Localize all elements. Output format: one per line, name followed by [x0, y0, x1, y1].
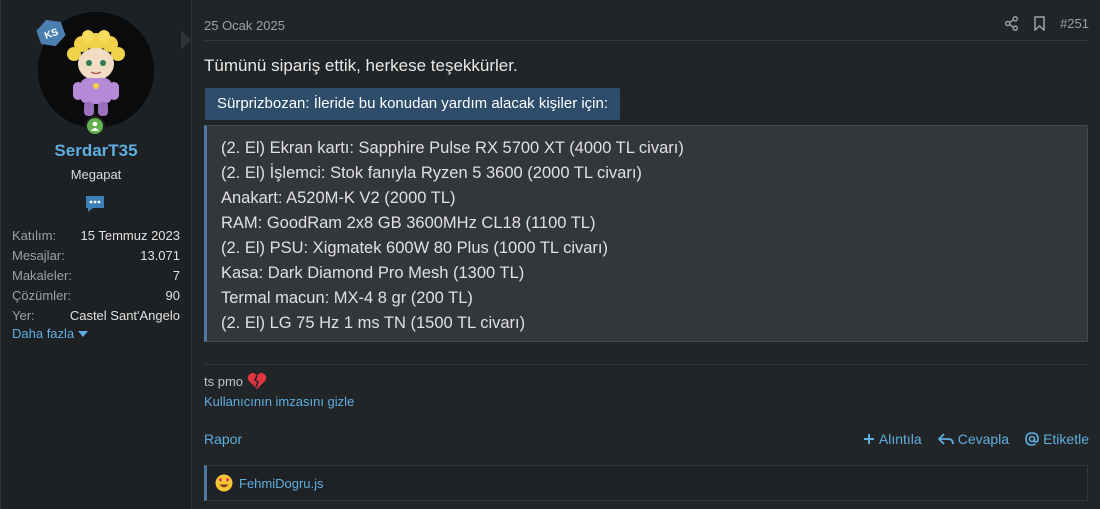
- header-divider: [204, 40, 1089, 41]
- user-stats: Katılım: 15 Temmuz 2023 Mesajlar: 13.071…: [12, 226, 180, 326]
- stat-row-joined: Katılım: 15 Temmuz 2023: [12, 228, 180, 243]
- post-footer-actions: Alıntıla Cevapla Etiketle: [863, 431, 1089, 447]
- spoiler-line: (2. El) PSU: Xigmatek 600W 80 Plus (1000…: [221, 239, 608, 257]
- signature-text: ts pmo: [204, 373, 244, 389]
- tag-label: Etiketle: [1043, 431, 1089, 447]
- message-text: Tümünü sipariş ettik, herkese teşekkürle…: [204, 56, 518, 75]
- online-status-indicator: [85, 116, 105, 136]
- signature-divider: [204, 364, 1089, 365]
- spoiler-line: Anakart: A520M-K V2 (2000 TL): [221, 189, 456, 207]
- at-icon: [1025, 432, 1039, 446]
- post-number[interactable]: #251: [1060, 16, 1089, 31]
- post-header-actions: #251: [1004, 16, 1089, 31]
- post-container: KS SerdarT35 Megapat Katılım: 15 Temmuz …: [0, 0, 1100, 509]
- spoiler-line: Kasa: Dark Diamond Pro Mesh (1300 TL): [221, 264, 525, 282]
- message-arrow: [181, 30, 191, 50]
- post-date[interactable]: 25 Ocak 2025: [204, 18, 285, 33]
- hide-signature-link[interactable]: Kullanıcının imzasını gizle: [204, 394, 354, 409]
- reaction-user-link[interactable]: FehmiDogru.js: [239, 476, 324, 491]
- tag-button[interactable]: Etiketle: [1025, 431, 1089, 447]
- reply-label: Cevapla: [957, 431, 1010, 447]
- report-link[interactable]: Rapor: [204, 431, 242, 447]
- caret-down-icon: [78, 330, 89, 337]
- spoiler-line: RAM: GoodRam 2x8 GB 3600MHz CL18 (1100 T…: [221, 214, 596, 232]
- user-online-icon: [91, 121, 99, 131]
- spoiler-line: Termal macun: MX-4 8 gr (200 TL): [221, 289, 473, 307]
- spoiler-toggle-button[interactable]: Sürprizbozan: İleride bu konudan yardım …: [205, 88, 621, 120]
- stat-row-solutions: Çözümler: 90: [12, 288, 180, 303]
- heart-eyes-emoji-icon: [215, 474, 233, 492]
- user-title: Megapat: [70, 167, 122, 182]
- more-info-label: Daha fazla: [12, 326, 75, 341]
- more-info-toggle[interactable]: Daha fazla: [12, 326, 89, 341]
- user-cell: KS SerdarT35 Megapat Katılım: 15 Temmuz …: [1, 0, 192, 509]
- share-icon[interactable]: [1004, 16, 1019, 31]
- chat-bubble-icon[interactable]: [84, 193, 106, 215]
- stat-row-messages: Mesajlar: 13.071: [12, 248, 180, 263]
- reply-icon: [937, 433, 954, 445]
- spoiler-content: (2. El) Ekran kartı: Sapphire Pulse RX 5…: [204, 125, 1088, 342]
- bookmark-icon[interactable]: [1033, 16, 1046, 31]
- plus-icon: [863, 434, 874, 444]
- stat-row-location: Yer: Castel Sant'Angelo: [12, 308, 180, 323]
- signature: ts pmo: [204, 372, 267, 390]
- message-main: 25 Ocak 2025 #251 Tümünü sipariş ettik, …: [192, 0, 1100, 509]
- quote-button[interactable]: Alıntıla: [863, 431, 922, 447]
- broken-heart-icon: [247, 372, 267, 389]
- spoiler-line: (2. El) LG 75 Hz 1 ms TN (1500 TL civarı…: [221, 314, 526, 332]
- quote-label: Alıntıla: [878, 431, 922, 447]
- username-link[interactable]: SerdarT35: [1, 141, 191, 161]
- spoiler-line: (2. El) İşlemci: Stok fanıyla Ryzen 5 36…: [221, 164, 642, 182]
- reactions-bar[interactable]: FehmiDogru.js: [204, 465, 1088, 501]
- avatar-wrapper: KS: [36, 12, 154, 136]
- stat-row-articles: Makaleler: 7: [12, 268, 180, 283]
- reply-button[interactable]: Cevapla: [937, 431, 1010, 447]
- spoiler-line: (2. El) Ekran kartı: Sapphire Pulse RX 5…: [221, 139, 684, 157]
